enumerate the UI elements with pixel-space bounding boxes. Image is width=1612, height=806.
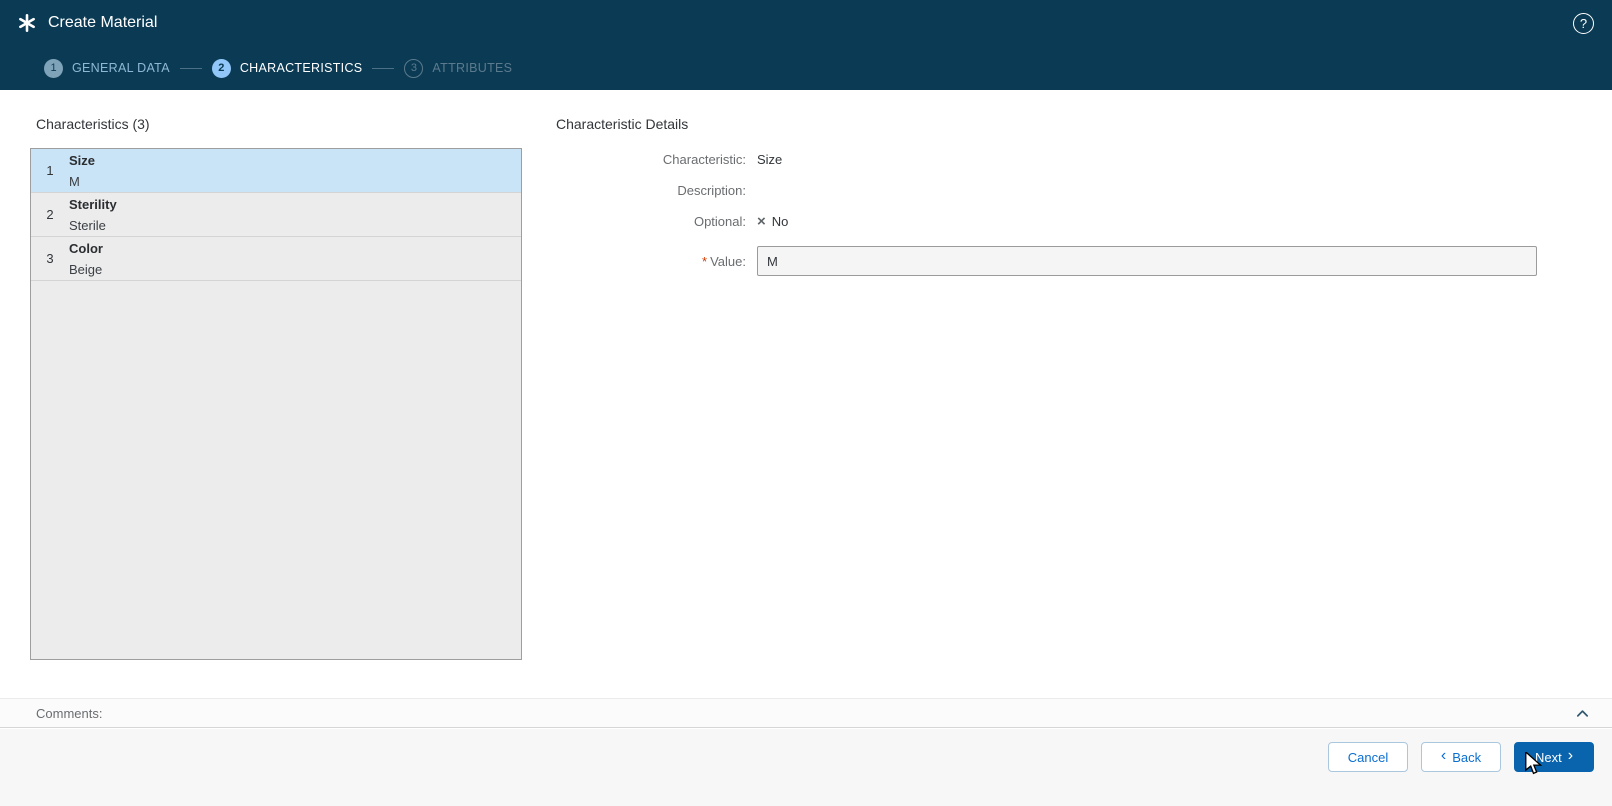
cancel-button[interactable]: Cancel xyxy=(1328,742,1408,772)
step-general-data[interactable]: 1 GENERAL DATA xyxy=(44,58,170,78)
row-value: Beige xyxy=(69,261,103,277)
field-optional: Optional: × No xyxy=(556,206,1537,237)
row-text: Size M xyxy=(69,150,95,192)
characteristics-list: 1 Size M 2 Sterility Sterile 3 Color Bei… xyxy=(30,148,522,660)
page-title: Create Material xyxy=(48,14,158,31)
step-1-circle: 1 xyxy=(44,58,63,78)
main-content: Characteristics (3) 1 Size M 2 Sterility… xyxy=(0,90,1612,698)
characteristics-title: Characteristics (3) xyxy=(36,116,150,132)
characteristic-label: Characteristic: xyxy=(662,152,746,167)
row-index: 1 xyxy=(46,163,54,178)
back-label: Back xyxy=(1452,749,1482,765)
details-form: Characteristic: Size Description: Option… xyxy=(556,144,1537,277)
step-connector xyxy=(179,67,202,69)
row-name: Size xyxy=(69,152,96,168)
comments-label: Comments: xyxy=(36,705,103,721)
step-3-label: ATTRIBUTES xyxy=(432,61,513,75)
step-3-circle: 3 xyxy=(404,58,424,78)
next-button[interactable]: Next › xyxy=(1514,742,1594,772)
row-index: 2 xyxy=(46,207,54,222)
row-value: M xyxy=(69,173,80,189)
step-characteristics[interactable]: 2 CHARACTERISTICS xyxy=(211,58,363,78)
next-label: Next xyxy=(1534,749,1562,765)
row-name: Color xyxy=(69,240,103,256)
app-header: Create Material ? xyxy=(0,0,1612,46)
row-text: Sterility Sterile xyxy=(69,194,117,236)
details-title: Characteristic Details xyxy=(556,116,689,132)
chevron-left-icon: ‹ xyxy=(1440,747,1447,764)
field-characteristic: Characteristic: Size xyxy=(556,144,1537,175)
comments-section[interactable]: Comments: xyxy=(0,698,1612,728)
field-description: Description: xyxy=(556,175,1537,206)
details-panel: Characteristic Details Characteristic: S… xyxy=(556,90,1537,277)
step-1-label: GENERAL DATA xyxy=(72,61,170,75)
row-text: Color Beige xyxy=(69,238,103,280)
value-label-wrap: * Value: xyxy=(556,254,746,269)
decline-x-icon: × xyxy=(757,213,766,230)
row-name: Sterility xyxy=(69,196,117,212)
optional-label: Optional: xyxy=(693,214,746,229)
step-connector xyxy=(372,67,395,69)
characteristic-row-sterility[interactable]: 2 Sterility Sterile xyxy=(31,193,521,237)
characteristic-value: Size xyxy=(757,152,783,167)
asterisk-icon xyxy=(18,14,36,32)
value-input[interactable] xyxy=(757,246,1537,276)
row-index: 3 xyxy=(46,251,54,266)
help-icon[interactable]: ? xyxy=(1573,12,1594,34)
optional-value-wrap: × No xyxy=(757,214,788,229)
field-value: * Value: xyxy=(556,245,1537,277)
wizard-steps: 1 GENERAL DATA 2 CHARACTERISTICS 3 ATTRI… xyxy=(0,46,1612,90)
characteristic-row-size[interactable]: 1 Size M xyxy=(31,149,521,193)
chevron-up-icon[interactable] xyxy=(1575,706,1590,721)
footer-toolbar: Cancel ‹ Back Next › xyxy=(0,729,1612,806)
description-label: Description: xyxy=(677,183,746,198)
characteristic-row-color[interactable]: 3 Color Beige xyxy=(31,237,521,281)
optional-value: No xyxy=(771,214,789,229)
create-material-app: Create Material ? 1 GENERAL DATA 2 CHARA… xyxy=(0,0,1612,806)
step-2-label: CHARACTERISTICS xyxy=(239,61,363,75)
required-marker: * xyxy=(702,253,708,269)
step-2-circle: 2 xyxy=(211,58,231,78)
chevron-right-icon: › xyxy=(1567,747,1574,764)
step-attributes[interactable]: 3 ATTRIBUTES xyxy=(404,58,513,78)
cancel-label: Cancel xyxy=(1347,749,1389,765)
row-value: Sterile xyxy=(69,217,106,233)
back-button[interactable]: ‹ Back xyxy=(1421,742,1501,772)
value-label: Value: xyxy=(710,253,746,269)
